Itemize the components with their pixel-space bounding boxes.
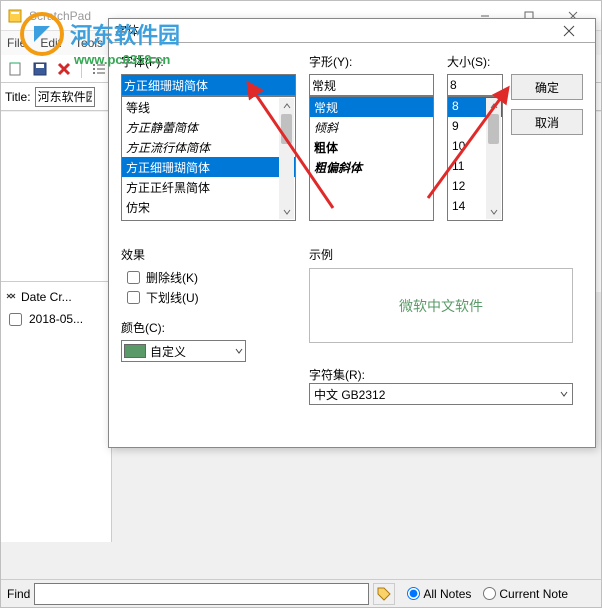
style-column: 字形(Y): 常规 倾斜 粗体 粗偏斜体 xyxy=(309,53,434,221)
radio-all-label: All Notes xyxy=(423,587,471,601)
delete-icon[interactable] xyxy=(53,58,75,80)
radio-current-input[interactable] xyxy=(483,587,496,600)
effects-label: 效果 xyxy=(121,246,296,263)
app-icon xyxy=(7,8,23,24)
sample-label: 示例 xyxy=(309,246,333,263)
strike-label: 删除线(K) xyxy=(146,269,198,286)
strike-checkbox[interactable] xyxy=(127,271,140,284)
find-label: Find xyxy=(7,587,30,601)
scroll-thumb[interactable] xyxy=(488,114,499,144)
list-header: Date Cr... xyxy=(21,290,72,304)
effects-section: 效果 删除线(K) 下划线(U) 颜色(C): 自定义 xyxy=(121,238,296,362)
scroll-down-icon[interactable] xyxy=(279,204,294,219)
toolbar-separator xyxy=(81,60,82,78)
radio-current-label: Current Note xyxy=(499,587,568,601)
font-column: 字体(F): 等线 方正静蕾简体 方正流行体简体 方正细珊瑚简体 方正正纤黑简体… xyxy=(121,53,296,221)
font-option[interactable]: 仿宋 xyxy=(122,197,295,217)
scroll-down-icon[interactable] xyxy=(486,204,501,219)
find-input[interactable] xyxy=(34,583,369,605)
save-icon[interactable] xyxy=(29,58,51,80)
style-label: 字形(Y): xyxy=(309,53,434,70)
size-list[interactable]: 8 9 10 11 12 14 16 xyxy=(447,96,503,221)
color-label: 颜色(C): xyxy=(121,319,296,336)
cancel-button-label: 取消 xyxy=(535,114,559,131)
size-label: 大小(S): xyxy=(447,53,503,70)
dialog-close-button[interactable] xyxy=(549,21,589,41)
underline-row[interactable]: 下划线(U) xyxy=(127,287,296,307)
color-combo[interactable]: 自定义 xyxy=(121,340,246,362)
charset-combo[interactable]: 中文 GB2312 xyxy=(309,383,573,405)
menu-edit[interactable]: Edit xyxy=(40,36,61,50)
sample-box: 微软中文软件 xyxy=(309,268,573,343)
font-label: 字体(F): xyxy=(121,53,296,70)
sample-text: 微软中文软件 xyxy=(399,296,483,316)
cancel-button[interactable]: 取消 xyxy=(511,109,583,135)
scroll-up-icon[interactable] xyxy=(279,98,294,113)
style-option[interactable]: 倾斜 xyxy=(310,117,433,137)
radio-all-notes[interactable]: All Notes xyxy=(407,587,471,601)
font-input[interactable] xyxy=(121,74,296,96)
chevron-down-icon xyxy=(560,387,568,401)
menu-tools[interactable]: Tools xyxy=(75,36,103,50)
scroll-thumb[interactable] xyxy=(281,114,292,144)
font-option[interactable]: 等线 xyxy=(122,97,295,117)
note-list-pane: Date Cr... 2018-05... xyxy=(1,281,112,541)
font-option[interactable]: 方正流行体简体 xyxy=(122,137,295,157)
style-option[interactable]: 粗偏斜体 xyxy=(310,157,433,177)
ok-button-label: 确定 xyxy=(535,79,559,96)
sample-label-wrap: 示例 xyxy=(309,238,333,267)
title-label: Title: xyxy=(5,90,31,104)
tag-button[interactable] xyxy=(373,583,395,605)
font-option-selected[interactable]: 方正细珊瑚简体 xyxy=(122,157,295,177)
size-column: 大小(S): 8 9 10 11 12 14 16 xyxy=(447,53,503,221)
font-list[interactable]: 等线 方正静蕾简体 方正流行体简体 方正细珊瑚简体 方正正纤黑简体 仿宋 黑体 xyxy=(121,96,296,221)
sort-icon xyxy=(5,290,17,305)
font-option[interactable]: 方正静蕾简体 xyxy=(122,117,295,137)
find-bar: Find All Notes Current Note xyxy=(1,579,601,607)
title-input[interactable] xyxy=(35,87,95,107)
ok-button[interactable]: 确定 xyxy=(511,74,583,100)
charset-value: 中文 GB2312 xyxy=(314,386,385,403)
list-header-row[interactable]: Date Cr... xyxy=(5,286,107,308)
font-option[interactable]: 方正正纤黑简体 xyxy=(122,177,295,197)
color-value: 自定义 xyxy=(150,343,186,360)
font-scrollbar[interactable] xyxy=(279,98,294,219)
list-checkbox[interactable] xyxy=(9,313,22,326)
style-option[interactable]: 粗体 xyxy=(310,137,433,157)
style-option-selected[interactable]: 常规 xyxy=(310,97,433,117)
font-dialog: 字体 字体(F): 等线 方正静蕾简体 方正流行体简体 方正细珊瑚简体 方正正纤… xyxy=(108,18,596,448)
charset-label: 字符集(R): xyxy=(309,366,365,383)
radio-all-input[interactable] xyxy=(407,587,420,600)
underline-label: 下划线(U) xyxy=(146,289,199,306)
style-list[interactable]: 常规 倾斜 粗体 粗偏斜体 xyxy=(309,96,434,221)
bullet-list-icon[interactable] xyxy=(88,58,110,80)
find-scope: All Notes Current Note xyxy=(407,587,568,601)
dialog-body: 字体(F): 等线 方正静蕾简体 方正流行体简体 方正细珊瑚简体 方正正纤黑简体… xyxy=(109,43,595,63)
chevron-down-icon xyxy=(235,344,243,358)
scroll-up-icon[interactable] xyxy=(486,98,501,113)
style-input[interactable] xyxy=(309,74,434,96)
dialog-title: 字体 xyxy=(115,22,549,39)
underline-checkbox[interactable] xyxy=(127,291,140,304)
menu-file[interactable]: File xyxy=(7,36,26,50)
dialog-title-bar: 字体 xyxy=(109,19,595,43)
size-scrollbar[interactable] xyxy=(486,98,501,219)
list-item-date: 2018-05... xyxy=(29,312,83,326)
size-input[interactable] xyxy=(447,74,503,96)
strike-row[interactable]: 删除线(K) xyxy=(127,267,296,287)
color-swatch xyxy=(124,344,146,358)
font-option[interactable]: 黑体 xyxy=(122,217,295,221)
new-note-icon[interactable] xyxy=(5,58,27,80)
radio-current-note[interactable]: Current Note xyxy=(483,587,568,601)
list-row[interactable]: 2018-05... xyxy=(5,308,107,330)
